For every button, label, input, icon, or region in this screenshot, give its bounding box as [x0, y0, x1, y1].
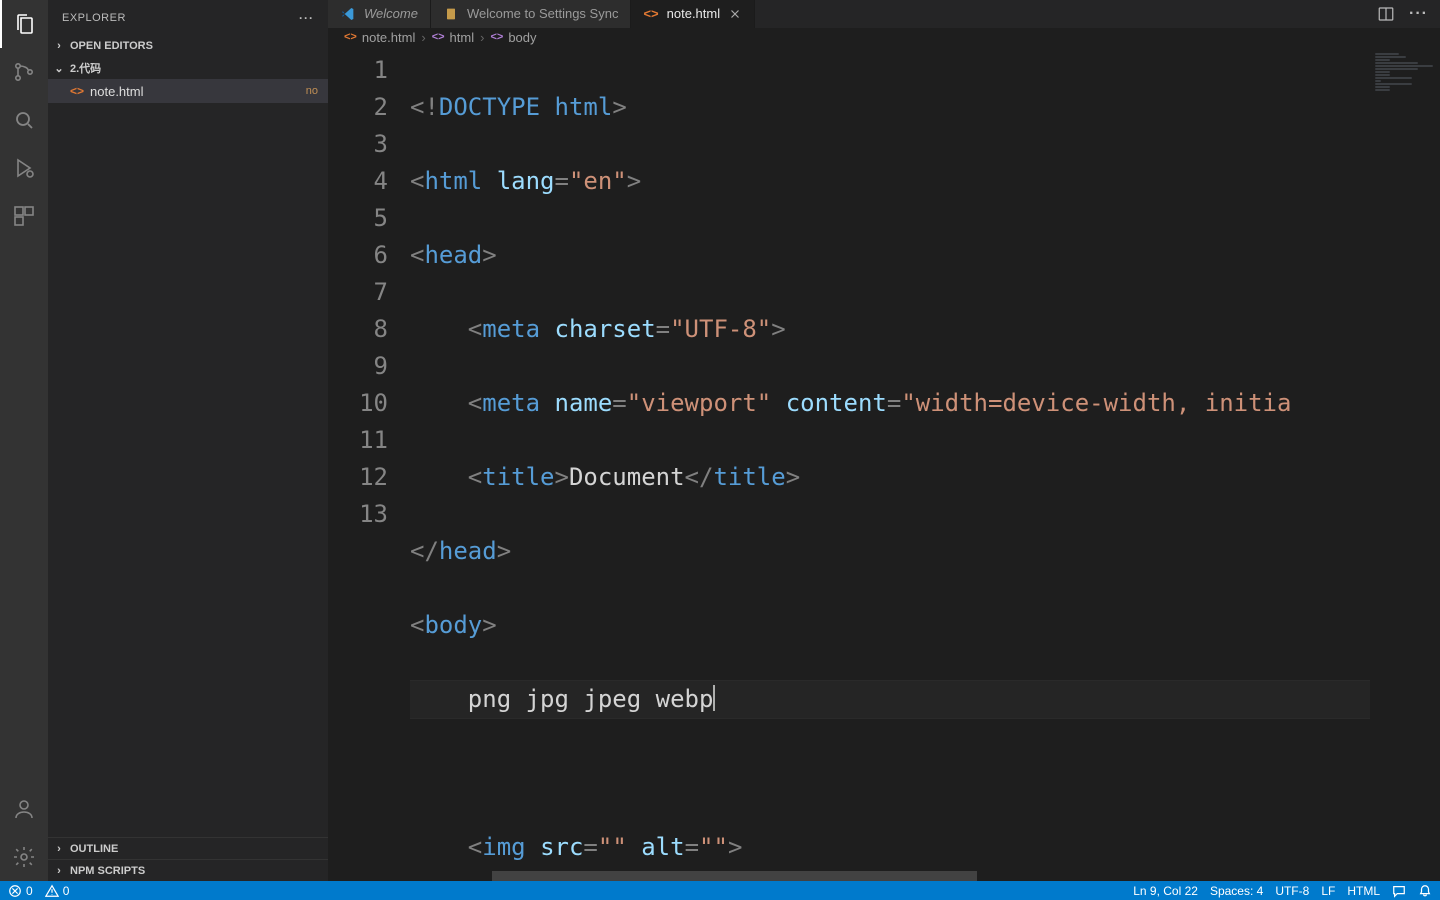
- tab-label: Welcome to Settings Sync: [467, 6, 619, 21]
- activity-bar: [0, 0, 48, 881]
- breadcrumb[interactable]: <> note.html › <> html › <> body: [328, 28, 1440, 47]
- status-cursor-position[interactable]: Ln 9, Col 22: [1133, 884, 1198, 898]
- editor-tabs: Welcome Welcome to Settings Sync <> note…: [328, 0, 1440, 28]
- activity-search-icon[interactable]: [0, 96, 48, 144]
- crumb-label: html: [450, 30, 475, 45]
- line-number-gutter: 1 2 3 4 5 6 7 8 9 10 11 12 13: [328, 46, 410, 881]
- editor-group: Welcome Welcome to Settings Sync <> note…: [328, 0, 1440, 881]
- crumb-label: body: [508, 30, 536, 45]
- status-encoding[interactable]: UTF-8: [1275, 884, 1309, 898]
- status-eol[interactable]: LF: [1321, 884, 1335, 898]
- close-icon[interactable]: [728, 7, 742, 21]
- activity-account-icon[interactable]: [0, 785, 48, 833]
- scrollbar-thumb[interactable]: [492, 871, 977, 881]
- tab-note-html[interactable]: <> note.html: [631, 0, 755, 28]
- git-decoration-badge: no: [306, 85, 322, 97]
- npm-scripts-section[interactable]: › NPM SCRIPTS: [48, 859, 328, 881]
- outline-label: OUTLINE: [70, 843, 118, 855]
- chevron-right-icon: ›: [52, 865, 66, 877]
- sidebar-title: EXPLORER: [62, 12, 126, 24]
- tab-label: note.html: [667, 6, 720, 21]
- text-editor[interactable]: 1 2 3 4 5 6 7 8 9 10 11 12 13 <!DOCTYPE …: [328, 46, 1440, 881]
- file-tree-item[interactable]: <> note.html no: [48, 79, 328, 103]
- horizontal-scrollbar[interactable]: [492, 871, 1300, 881]
- activity-scm-icon[interactable]: [0, 48, 48, 96]
- html-file-icon: <>: [70, 84, 84, 98]
- file-name-label: note.html: [90, 84, 143, 99]
- split-editor-icon[interactable]: [1377, 5, 1395, 23]
- tag-icon: <>: [490, 31, 503, 43]
- chevron-down-icon: ⌄: [52, 62, 66, 75]
- explorer-sidebar: EXPLORER ··· › OPEN EDITORS ⌄ 2.代码 <> no…: [48, 0, 328, 881]
- status-language-mode[interactable]: HTML: [1347, 884, 1380, 898]
- chevron-right-icon: ›: [52, 843, 66, 855]
- status-bell-icon[interactable]: [1418, 884, 1432, 898]
- html-file-icon: <>: [643, 6, 658, 21]
- text-cursor: [713, 685, 715, 711]
- activity-settings-icon[interactable]: [0, 833, 48, 881]
- activity-extensions-icon[interactable]: [0, 192, 48, 240]
- sidebar-more-icon[interactable]: ···: [299, 11, 314, 25]
- code-content[interactable]: <!DOCTYPE html> <html lang="en"> <head> …: [410, 46, 1370, 881]
- vscode-logo-icon: [340, 6, 356, 22]
- open-editors-section[interactable]: › OPEN EDITORS: [48, 35, 328, 57]
- doc-icon: [443, 6, 459, 22]
- tab-label: Welcome: [364, 6, 418, 21]
- crumb-label: note.html: [362, 30, 415, 45]
- outline-section[interactable]: › OUTLINE: [48, 837, 328, 859]
- editor-more-icon[interactable]: ···: [1409, 5, 1428, 23]
- status-indentation[interactable]: Spaces: 4: [1210, 884, 1263, 898]
- status-errors[interactable]: 0: [8, 884, 33, 898]
- tab-welcome[interactable]: Welcome: [328, 0, 431, 28]
- activity-run-icon[interactable]: [0, 144, 48, 192]
- npm-scripts-label: NPM SCRIPTS: [70, 865, 145, 877]
- open-editors-label: OPEN EDITORS: [70, 40, 153, 52]
- tag-icon: <>: [432, 31, 445, 43]
- tab-settings-sync[interactable]: Welcome to Settings Sync: [431, 0, 632, 28]
- chevron-right-icon: ›: [52, 40, 66, 52]
- chevron-right-icon: ›: [421, 30, 425, 45]
- chevron-right-icon: ›: [480, 30, 484, 45]
- folder-name: 2.代码: [70, 60, 101, 76]
- html-file-icon: <>: [344, 31, 357, 43]
- activity-explorer-icon[interactable]: [0, 0, 48, 48]
- status-bar: 0 0 Ln 9, Col 22 Spaces: 4 UTF-8 LF HTML: [0, 881, 1440, 900]
- minimap[interactable]: [1370, 46, 1440, 881]
- workspace-folder[interactable]: ⌄ 2.代码: [48, 57, 328, 79]
- status-warnings[interactable]: 0: [45, 884, 70, 898]
- status-feedback-icon[interactable]: [1392, 884, 1406, 898]
